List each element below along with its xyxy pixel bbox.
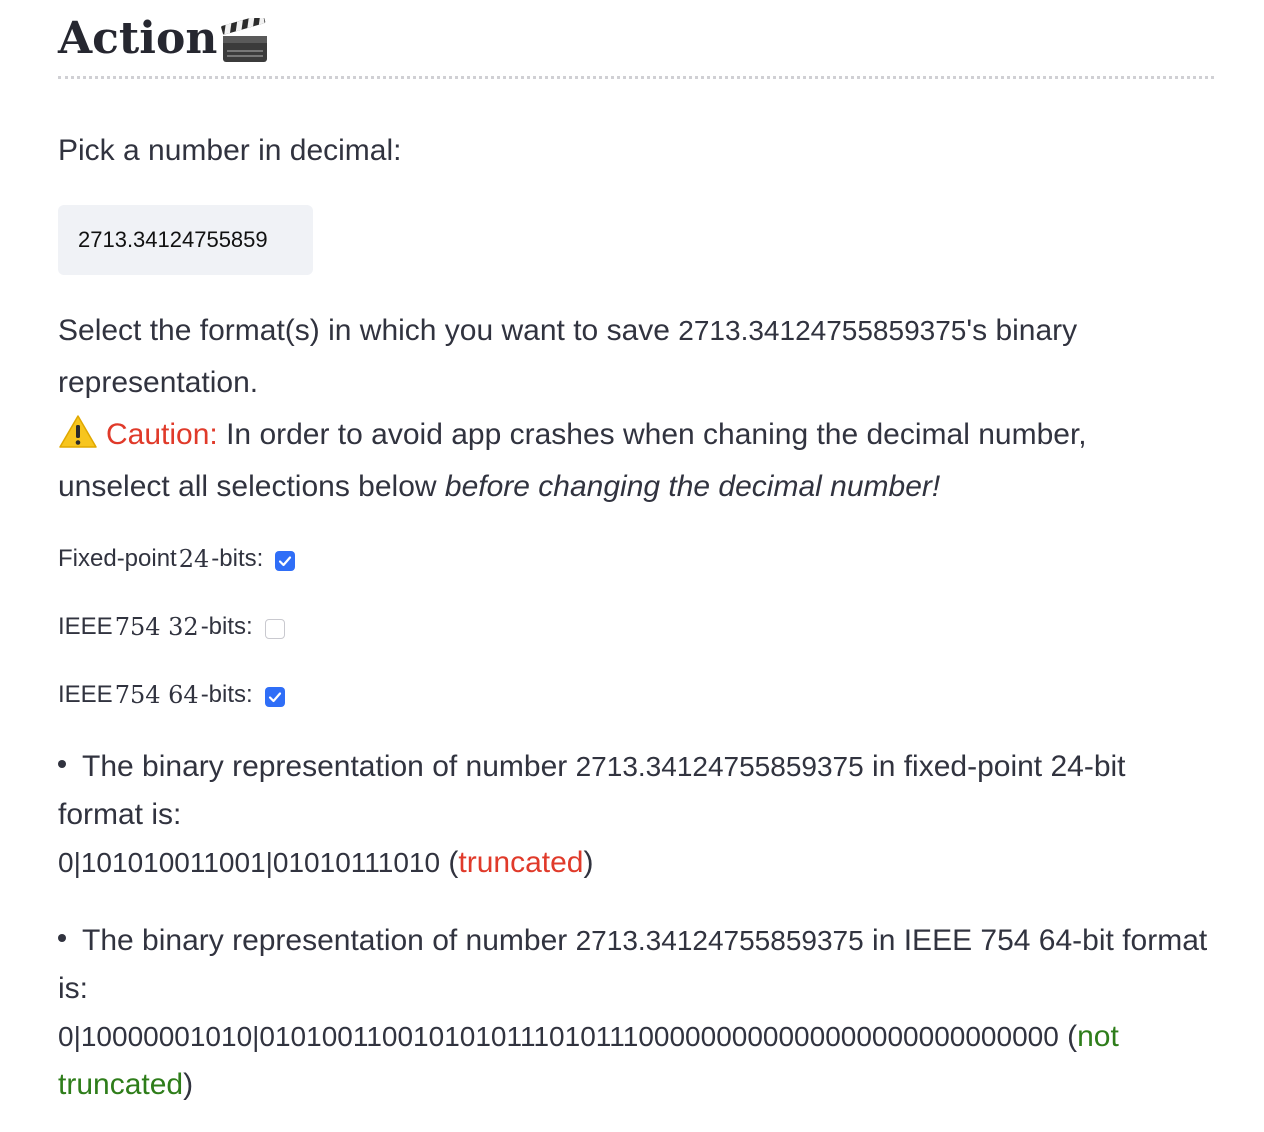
result-text: The binary representation of number: [82, 924, 576, 957]
caution-text: In order to avoid app crashes when chani…: [217, 418, 1087, 451]
fixed-point-24-checkbox[interactable]: [275, 551, 296, 571]
format-option-ieee-754-32[interactable]: IEEE 754 32 -bits:: [58, 609, 1214, 645]
status-open: (: [1058, 1020, 1078, 1053]
checkmark-icon: [268, 692, 281, 703]
status-open: (: [440, 846, 459, 879]
instructions-prefix: Select the format(s) in which you want t…: [58, 314, 679, 347]
status-close: ): [583, 846, 594, 879]
format-label-number: 754 64: [114, 681, 199, 709]
checkmark-icon: [279, 556, 292, 567]
caution-text-line2: unselect all selections below: [58, 470, 445, 503]
result-format: in fixed-point 24-bit: [863, 750, 1126, 783]
result-text-line2: is:: [58, 972, 88, 1005]
format-label: Fixed-point: [58, 545, 177, 572]
format-instructions: Select the format(s) in which you want t…: [58, 305, 1214, 513]
heading-divider: [58, 76, 1214, 79]
ieee-754-64-checkbox[interactable]: [264, 687, 285, 707]
caution-emphasis: before changing the decimal number!: [444, 470, 941, 503]
ieee-754-32-checkbox[interactable]: [264, 619, 285, 639]
result-number: 2713.34124755859375: [575, 925, 864, 956]
instructions-suffix-line2: representation.: [58, 366, 259, 399]
main-content: Action Pick a number in decimal: Select …: [58, 0, 1214, 1109]
format-label: IEEE: [58, 613, 113, 640]
instructions-number: 2713.34124755859375: [678, 315, 967, 346]
section-title: Action: [58, 13, 218, 64]
format-option-ieee-754-64[interactable]: IEEE 754 64 -bits:: [58, 677, 1214, 713]
result-fixed-point-24: The binary representation of number 2713…: [58, 743, 1214, 887]
result-ieee-754-64: The binary representation of number 2713…: [58, 917, 1214, 1109]
result-number: 2713.34124755859375: [575, 751, 864, 782]
result-format: in IEEE 754 64-bit format: [863, 924, 1208, 957]
result-text-line2: format is:: [58, 798, 182, 831]
decimal-input-label: Pick a number in decimal:: [58, 134, 402, 167]
format-label-number: 754 32: [114, 613, 199, 641]
format-label-suffix: -bits:: [200, 681, 253, 708]
not-truncated-status-line2: truncated: [58, 1068, 184, 1101]
status-close: ): [183, 1068, 194, 1101]
format-option-fixed-point-24[interactable]: Fixed-point 24 -bits:: [58, 541, 1214, 577]
instructions-suffix: 's binary: [966, 314, 1078, 347]
warning-icon: [58, 414, 98, 450]
clapper-board-icon: [219, 14, 271, 64]
section-heading: Action: [58, 0, 1214, 70]
truncated-status: truncated: [458, 846, 584, 879]
result-text: The binary representation of number: [82, 750, 576, 783]
format-label-suffix: -bits:: [211, 545, 264, 572]
bullet-icon: [58, 760, 66, 768]
decimal-number-input[interactable]: [58, 205, 313, 275]
bullet-icon: [58, 934, 66, 942]
format-label: IEEE: [58, 681, 113, 708]
binary-representation: 0|10000001010|01010011001010101110101110…: [58, 1021, 1059, 1052]
caution-label: Caution:: [106, 418, 218, 451]
binary-representation: 0|101010011001|01010111010: [58, 847, 441, 878]
format-label-suffix: -bits:: [200, 613, 253, 640]
format-label-number: 24: [178, 545, 210, 573]
not-truncated-status: not: [1077, 1020, 1119, 1053]
